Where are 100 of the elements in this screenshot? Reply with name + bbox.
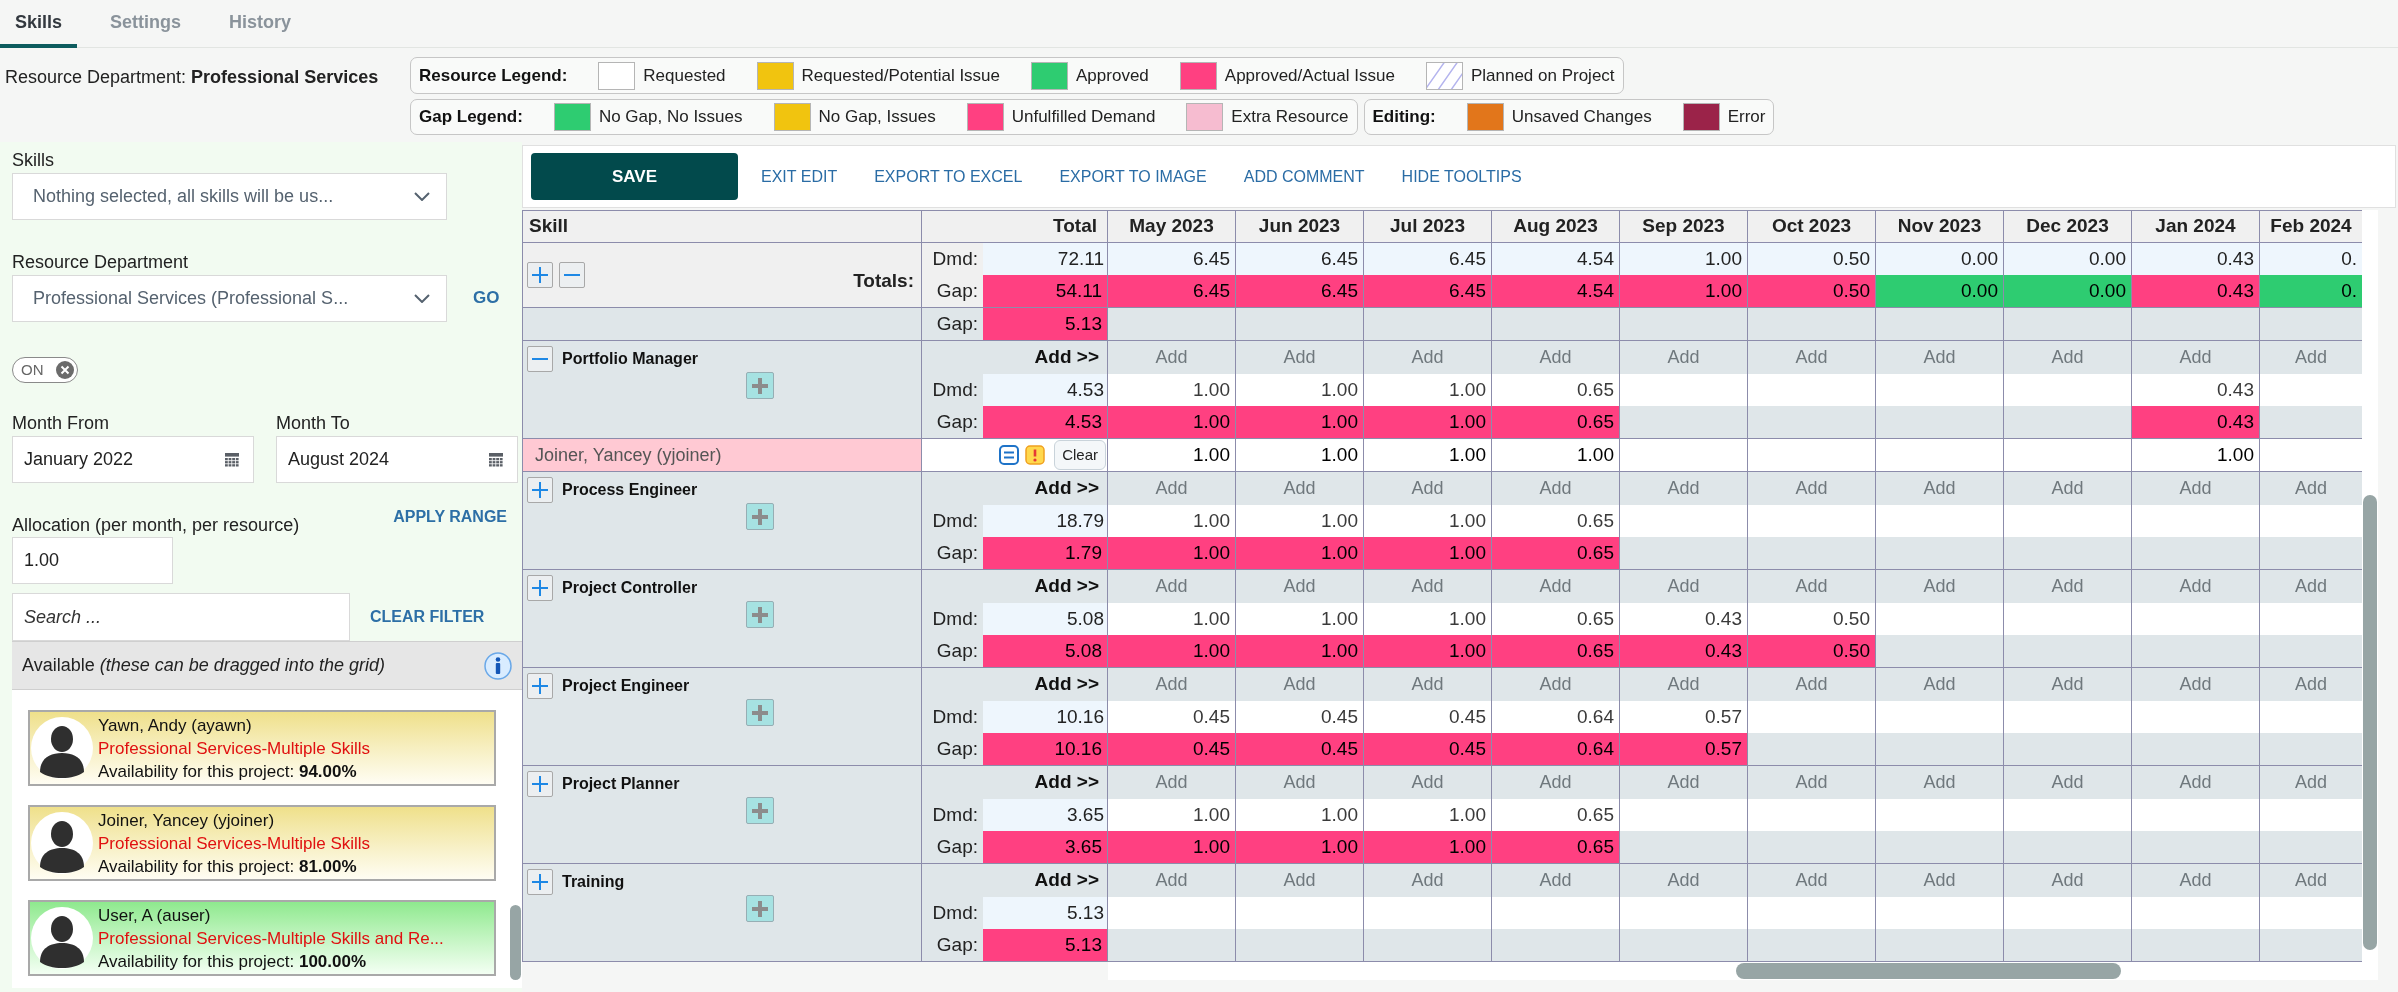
add-cell[interactable]: Add	[1236, 570, 1363, 603]
resource-cell[interactable]: 1.00	[1364, 439, 1492, 471]
add-cell[interactable]: Add	[1492, 668, 1619, 701]
list-icon[interactable]	[999, 445, 1020, 465]
add-cell[interactable]: Add	[2132, 864, 2259, 897]
add-cell[interactable]: Add	[1364, 341, 1491, 374]
add-cell[interactable]: Add	[1492, 341, 1619, 374]
add-link[interactable]: Add >>	[1034, 474, 1099, 503]
add-cell[interactable]: Add	[1492, 472, 1619, 505]
add-cell[interactable]: Add	[1236, 766, 1363, 799]
clear-button[interactable]: Clear	[1054, 440, 1106, 470]
scrollbar-thumb[interactable]	[1736, 963, 2121, 979]
add-cell[interactable]: Add	[1364, 668, 1491, 701]
add-cell[interactable]: Add	[1620, 766, 1747, 799]
add-cell[interactable]: Add	[1236, 668, 1363, 701]
add-cell[interactable]: Add	[1236, 472, 1363, 505]
add-cell[interactable]: Add	[1236, 864, 1363, 897]
add-cell[interactable]: Add	[2260, 668, 2362, 701]
add-cell[interactable]: Add	[1876, 766, 2003, 799]
add-cell[interactable]: Add	[1620, 341, 1747, 374]
toolbar-link[interactable]: HIDE TOOLTIPS	[1401, 164, 1522, 189]
collapse-button[interactable]	[527, 346, 553, 372]
resource-cell[interactable]: 1.00	[1492, 439, 1620, 471]
clear-filter-link[interactable]: CLEAR FILTER	[370, 605, 485, 629]
add-cell[interactable]: Add	[2004, 570, 2131, 603]
expand-button[interactable]	[527, 673, 553, 699]
add-cell[interactable]: Add	[1620, 864, 1747, 897]
add-cell[interactable]: Add	[2004, 864, 2131, 897]
skills-select[interactable]: Nothing selected, all skills will be us...	[12, 173, 447, 220]
add-cell[interactable]: Add	[1620, 570, 1747, 603]
add-link[interactable]: Add >>	[1034, 866, 1099, 895]
add-link[interactable]: Add >>	[1034, 768, 1099, 797]
add-link[interactable]: Add >>	[1034, 343, 1099, 372]
add-cell[interactable]: Add	[1620, 668, 1747, 701]
expand-button[interactable]	[527, 771, 553, 797]
add-resource-button[interactable]	[746, 797, 774, 824]
add-cell[interactable]: Add	[1364, 472, 1491, 505]
expand-all-button[interactable]	[527, 262, 553, 288]
resource-card[interactable]: Joiner, Yancey (yjoiner) Professional Services-Multiple Skills Availability for this project: 81.00%	[28, 805, 496, 881]
toolbar-link[interactable]: EXIT EDIT	[761, 164, 838, 189]
add-cell[interactable]: Add	[1236, 341, 1363, 374]
add-cell[interactable]: Add	[2260, 341, 2362, 374]
toggle-switch[interactable]: ON	[12, 357, 78, 383]
add-cell[interactable]: Add	[1108, 341, 1235, 374]
add-cell[interactable]: Add	[1364, 864, 1491, 897]
date-field[interactable]: January 2022	[12, 436, 254, 483]
add-cell[interactable]: Add	[1876, 570, 2003, 603]
save-button[interactable]: SAVE	[531, 153, 738, 200]
add-cell[interactable]: Add	[1492, 864, 1619, 897]
add-cell[interactable]: Add	[2132, 766, 2259, 799]
add-cell[interactable]: Add	[2132, 570, 2259, 603]
collapse-all-button[interactable]	[559, 262, 585, 288]
add-cell[interactable]: Add	[2004, 341, 2131, 374]
add-cell[interactable]: Add	[1364, 570, 1491, 603]
warning-icon[interactable]	[1025, 445, 1046, 465]
scrollbar-thumb[interactable]	[2363, 495, 2377, 950]
expand-button[interactable]	[527, 477, 553, 503]
add-cell[interactable]: Add	[2004, 472, 2131, 505]
add-cell[interactable]: Add	[1876, 864, 2003, 897]
add-link[interactable]: Add >>	[1034, 572, 1099, 601]
add-resource-button[interactable]	[746, 601, 774, 628]
date-field[interactable]: August 2024	[276, 436, 518, 483]
add-cell[interactable]: Add	[1748, 472, 1875, 505]
add-cell[interactable]: Add	[1748, 668, 1875, 701]
tab[interactable]: Skills	[0, 0, 78, 48]
resource-name-cell[interactable]: Joiner, Yancey (yjoiner)	[523, 439, 922, 471]
toolbar-link[interactable]: EXPORT TO EXCEL	[874, 164, 1023, 189]
add-cell[interactable]: Add	[2132, 668, 2259, 701]
resource-card[interactable]: User, A (auser) Professional Services-Multiple Skills and Re... Availability for this project: 100.00%	[28, 900, 496, 976]
toolbar-link[interactable]: ADD COMMENT	[1243, 164, 1365, 189]
resource-cell[interactable]: 1.00	[1236, 439, 1364, 471]
add-cell[interactable]: Add	[2132, 341, 2259, 374]
resource-cell[interactable]: 1.00	[1108, 439, 1236, 471]
add-cell[interactable]: Add	[2260, 864, 2362, 897]
add-cell[interactable]: Add	[1748, 864, 1875, 897]
add-cell[interactable]: Add	[1108, 472, 1235, 505]
expand-button[interactable]	[527, 869, 553, 895]
add-resource-button[interactable]	[746, 503, 774, 530]
add-cell[interactable]: Add	[1748, 570, 1875, 603]
add-cell[interactable]: Add	[1108, 864, 1235, 897]
add-cell[interactable]: Add	[2132, 472, 2259, 505]
resource-cell[interactable]: 1.00	[2132, 439, 2260, 471]
add-cell[interactable]: Add	[1748, 766, 1875, 799]
add-cell[interactable]: Add	[1876, 668, 2003, 701]
resource-card[interactable]: Yawn, Andy (ayawn) Professional Services-Multiple Skills Availability for this project: 94.00%	[28, 710, 496, 786]
add-cell[interactable]: Add	[1108, 570, 1235, 603]
add-cell[interactable]: Add	[1492, 766, 1619, 799]
add-cell[interactable]: Add	[2004, 668, 2131, 701]
expand-button[interactable]	[527, 575, 553, 601]
close-icon[interactable]	[56, 361, 74, 379]
add-cell[interactable]: Add	[1876, 472, 2003, 505]
add-cell[interactable]: Add	[1876, 341, 2003, 374]
add-link[interactable]: Add >>	[1034, 670, 1099, 699]
info-icon[interactable]	[484, 651, 512, 680]
allocation-field[interactable]: 1.00	[12, 537, 173, 584]
add-cell[interactable]: Add	[2260, 766, 2362, 799]
tab[interactable]: Settings	[95, 0, 197, 48]
go-link[interactable]: GO	[473, 285, 500, 311]
add-cell[interactable]: Add	[1364, 766, 1491, 799]
add-cell[interactable]: Add	[2004, 766, 2131, 799]
